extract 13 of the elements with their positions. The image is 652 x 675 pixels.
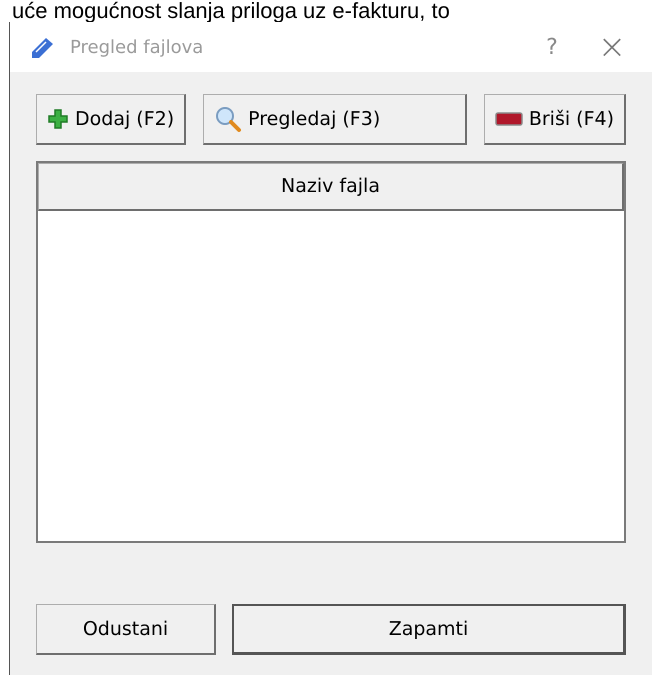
- window-title: Pregled fajlova: [70, 36, 204, 60]
- close-button[interactable]: ×: [592, 30, 632, 64]
- dialog-button[interactable]: Odustani: [36, 604, 216, 655]
- background-text: uće mogućnost slanja priloga uz e-fakturu, to: [12, 0, 450, 22]
- magnifier-icon: [214, 105, 242, 133]
- toolbar-button[interactable]: Dodaj (F2): [36, 94, 186, 145]
- column-header[interactable]: Naziv fajla: [38, 163, 624, 211]
- plus-icon: [47, 108, 69, 130]
- toolbar-button[interactable]: Briši (F4): [484, 94, 626, 145]
- help-button[interactable]: ?: [532, 30, 572, 64]
- toolbar-button[interactable]: Pregledaj (F3): [203, 94, 467, 145]
- minus-icon: [494, 112, 523, 126]
- dialog-button[interactable]: Zapamti: [232, 604, 626, 655]
